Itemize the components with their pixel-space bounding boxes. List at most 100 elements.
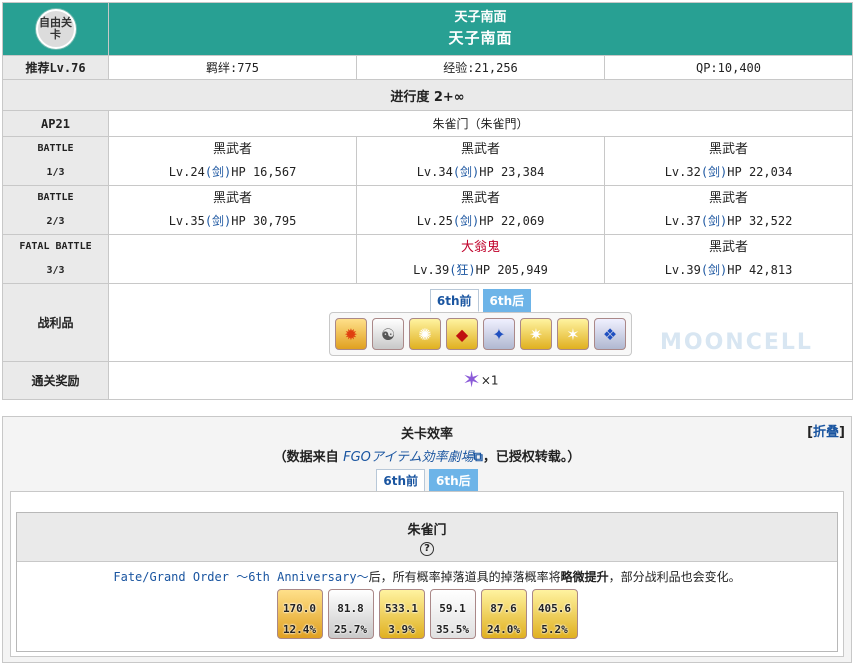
- gold-monument-icon[interactable]: 405.6 5.2%: [531, 589, 578, 639]
- yin-yang-icon[interactable]: ☯: [372, 318, 404, 350]
- fold-link[interactable]: 折叠: [813, 425, 839, 440]
- battle-title: BATTLE: [37, 143, 74, 154]
- enemy-class-link[interactable]: (剑): [205, 165, 231, 179]
- enemy-hp: HP 22,069: [479, 214, 545, 228]
- note-bold: 略微提升: [560, 570, 609, 584]
- battle-title: FATAL BATTLE: [19, 241, 92, 252]
- efficiency-source: （数据来自 FGOアイテム効率劇場⧉，已授权转载。）: [3, 446, 851, 465]
- ap-per-drop: 81.8: [337, 602, 364, 615]
- quest-title-large: 天子南面: [448, 29, 513, 47]
- enemy-hp: HP 42,813: [727, 263, 793, 277]
- efficiency-tabs: 6th前 6th后: [3, 469, 851, 492]
- note-end: ，部分战利品也会变化。: [608, 570, 741, 584]
- enemy-class-link[interactable]: (剑): [701, 165, 727, 179]
- blue-crystal-icon[interactable]: ❖: [594, 318, 626, 350]
- tab-6th-after[interactable]: 6th后: [482, 289, 532, 312]
- ap-per-drop: 533.1: [384, 602, 419, 615]
- efficiency-panel: 关卡效率 [折叠] （数据来自 FGOアイテム効率劇場⧉，已授权转载。） 6th…: [2, 416, 852, 663]
- progress-label: 进行度 2+∞: [2, 79, 853, 111]
- efficiency-tab-content: 朱雀门 ? Fate/Grand Order ～6th Anniversary～…: [10, 491, 844, 657]
- gold-monument-icon[interactable]: ✶: [557, 318, 589, 350]
- enemy-hp: HP 23,384: [479, 165, 545, 179]
- enemy-hp: HP 22,034: [727, 165, 793, 179]
- ap-per-drop: 405.6: [537, 602, 572, 615]
- enemy-cell[interactable]: 黑武者 Lv.35(剑)HP 30,795: [108, 185, 357, 235]
- enemy-class-link[interactable]: (狂): [449, 263, 475, 277]
- enemy-name: 黑武者: [460, 142, 500, 157]
- enemy-name: 黑武者: [708, 240, 748, 255]
- ap-per-drop: 87.6: [490, 602, 517, 615]
- source-link[interactable]: FGOアイテム効率劇場: [343, 450, 473, 465]
- anniversary-link[interactable]: Fate/Grand Order ～6th Anniversary～: [113, 570, 368, 584]
- gold-gear-icon[interactable]: 533.1 3.9%: [378, 589, 425, 639]
- enemy-cell[interactable]: 黑武者 Lv.32(剑)HP 22,034: [604, 136, 853, 186]
- silver-crystal-icon[interactable]: ✦: [483, 318, 515, 350]
- quest-title-small: 天子南面: [454, 10, 507, 25]
- mooncell-watermark: MOONCELL: [660, 330, 813, 355]
- qp-value: QP:10,400: [604, 55, 853, 80]
- enemy-hp: HP 30,795: [231, 214, 297, 228]
- ap-cost: AP21: [2, 110, 109, 137]
- drop-rate: 3.9%: [388, 623, 415, 636]
- reward-count: ×1: [480, 373, 499, 388]
- drop-rate: 5.2%: [541, 623, 568, 636]
- enemy-cell[interactable]: 黑武者 Lv.24(剑)HP 16,567: [108, 136, 357, 186]
- drop-rate: 25.7%: [333, 623, 368, 636]
- bond-value: 羁绊:775: [108, 55, 357, 80]
- drop-rate: 35.5%: [435, 623, 470, 636]
- enemy-cell[interactable]: 黑武者 Lv.37(剑)HP 32,522: [604, 185, 853, 235]
- tab-6th-before[interactable]: 6th前: [429, 289, 479, 312]
- battle-title: BATTLE: [37, 192, 74, 203]
- help-icon[interactable]: ?: [420, 542, 434, 556]
- drops-label: 战利品: [2, 283, 109, 362]
- enemy-level: Lv.39: [413, 263, 450, 277]
- red-gem-icon[interactable]: 59.1 35.5%: [429, 589, 476, 639]
- free-quest-badge-icon: 自由关卡: [35, 9, 76, 49]
- free-quest-cell: 自由关卡: [2, 2, 109, 56]
- exp-value: 经验:21,256: [356, 55, 605, 80]
- fold-toggle: [折叠]: [807, 425, 845, 440]
- enemy-name: 大翁鬼: [460, 240, 500, 255]
- enemy-level: Lv.37: [664, 214, 701, 228]
- drops-tabs: 6th前 6th后: [109, 289, 852, 312]
- enemy-level: Lv.25: [416, 214, 453, 228]
- enemy-class-link[interactable]: (剑): [453, 214, 479, 228]
- enemy-name: 黑武者: [212, 191, 252, 206]
- fire-gem-icon[interactable]: 170.0 12.4%: [276, 589, 323, 639]
- enemy-level: Lv.34: [416, 165, 453, 179]
- enemy-cell[interactable]: 黑武者 Lv.39(剑)HP 42,813: [604, 234, 853, 284]
- recommend-level: 推荐Lv.76: [2, 55, 109, 80]
- red-gem-icon[interactable]: ◆: [446, 318, 478, 350]
- enemy-class-link[interactable]: (剑): [453, 165, 479, 179]
- drop-rate: 24.0%: [486, 623, 521, 636]
- enemy-name: 黑武者: [212, 142, 252, 157]
- gold-gear-icon[interactable]: ✺: [409, 318, 441, 350]
- enemy-class-link[interactable]: (剑): [205, 214, 231, 228]
- drop-rates: 170.0 12.4% 81.8 25.7% 533.1 3.9% 59.1 35.5%…: [17, 589, 837, 639]
- note-text: 后，所有概率掉落道具的掉落概率将: [368, 570, 561, 584]
- eff-tab-6th-after[interactable]: 6th后: [429, 469, 478, 492]
- enemy-class-link[interactable]: (剑): [701, 214, 727, 228]
- reward-cell: ✶×1: [108, 361, 853, 400]
- card-header: 朱雀门 ?: [17, 513, 837, 562]
- enemy-class-link[interactable]: (剑): [701, 263, 727, 277]
- enemy-cell[interactable]: 黑武者 Lv.34(剑)HP 23,384: [356, 136, 605, 186]
- empty-enemy-cell: [108, 234, 357, 284]
- enemy-cell[interactable]: 大翁鬼 Lv.39(狂)HP 205,949: [356, 234, 605, 284]
- battle-wave: 1/3: [46, 167, 65, 178]
- fire-gem-icon[interactable]: ✹: [335, 318, 367, 350]
- enemy-hp: HP 205,949: [475, 263, 548, 277]
- card-quest-name: 朱雀门: [407, 523, 447, 538]
- reward-label: 通关奖励: [2, 361, 109, 400]
- battle-label: BATTLE 2/3: [2, 185, 109, 235]
- saint-quartz-icon[interactable]: ✶: [462, 368, 480, 393]
- drop-rate: 12.4%: [282, 623, 317, 636]
- yin-yang-icon[interactable]: 81.8 25.7%: [327, 589, 374, 639]
- eff-tab-6th-before[interactable]: 6th前: [376, 469, 425, 492]
- gold-piece-icon[interactable]: 87.6 24.0%: [480, 589, 527, 639]
- quest-efficiency-card: 朱雀门 ? Fate/Grand Order ～6th Anniversary～…: [16, 512, 838, 652]
- source-prefix: （数据来自: [273, 450, 344, 465]
- enemy-cell[interactable]: 黑武者 Lv.25(剑)HP 22,069: [356, 185, 605, 235]
- gold-piece-icon[interactable]: ✷: [520, 318, 552, 350]
- enemy-level: Lv.35: [168, 214, 205, 228]
